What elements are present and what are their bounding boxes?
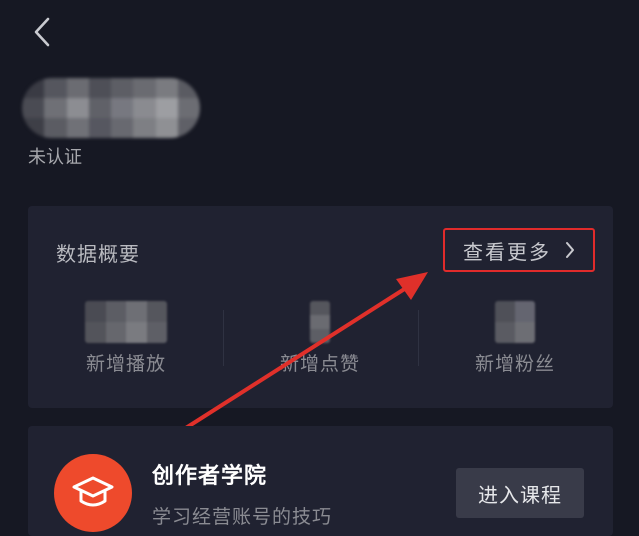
metric-value-blurred — [495, 301, 535, 343]
view-more-label: 查看更多 — [463, 239, 551, 264]
metric-value-blurred — [310, 301, 330, 343]
metric-new-plays[interactable]: 新增播放 — [66, 301, 186, 376]
metric-label: 新增点赞 — [279, 353, 360, 375]
enter-course-button[interactable]: 进入课程 — [456, 468, 584, 518]
divider — [418, 310, 419, 366]
chevron-right-icon — [566, 242, 574, 258]
academy-title: 创作者学院 — [152, 464, 268, 489]
graduation-cap-icon — [72, 476, 114, 507]
data-overview-title: 数据概要 — [56, 242, 140, 266]
verify-status: 未认证 — [28, 147, 82, 168]
metric-value-blurred — [85, 301, 167, 343]
metric-label: 新增粉丝 — [474, 353, 555, 375]
academy-icon-circle — [54, 454, 132, 532]
back-button[interactable] — [22, 12, 62, 52]
divider — [223, 310, 224, 366]
metric-new-likes[interactable]: 新增点赞 — [260, 301, 380, 376]
data-overview-card: 数据概要 查看更多 新增播放 新增点赞 新增粉丝 — [28, 206, 613, 408]
view-more-link[interactable]: 查看更多 — [443, 228, 595, 272]
metric-label: 新增播放 — [85, 353, 166, 375]
username-blurred — [22, 78, 200, 138]
chevron-left-icon — [34, 17, 50, 47]
metric-new-fans[interactable]: 新增粉丝 — [455, 301, 575, 376]
academy-subtitle: 学习经营账号的技巧 — [152, 506, 333, 528]
